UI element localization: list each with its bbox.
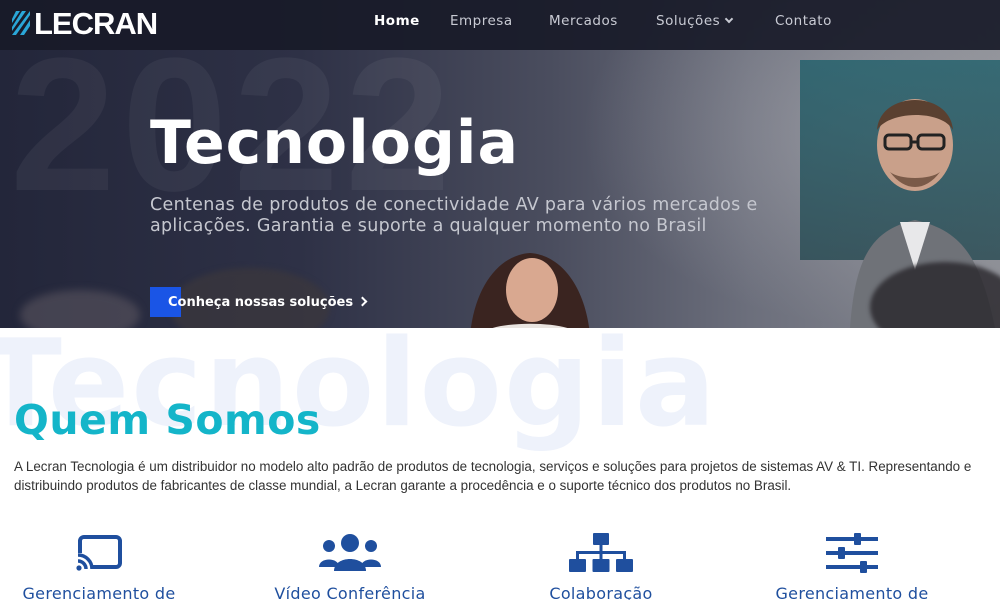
about-text: A Lecran Tecnologia é um distribuidor no… [14, 459, 972, 493]
logo-text: LECRAN [34, 5, 158, 41]
service-colaboracao[interactable]: Colaboração [476, 530, 726, 600]
about-title: Quem Somos [14, 396, 321, 444]
nav-item-contato[interactable]: Contato [775, 13, 832, 29]
chevron-right-icon [357, 296, 368, 306]
service-gerenciamento-1[interactable]: Gerenciamento de [0, 530, 224, 600]
nav-item-solucoes[interactable]: Soluções [656, 13, 734, 29]
nav-item-home[interactable]: Home [374, 13, 420, 29]
service-label: Gerenciamento de [22, 584, 176, 600]
service-gerenciamento-2[interactable]: Gerenciamento de [727, 530, 977, 600]
solutions-cta-button[interactable]: Conheça nossas soluções [150, 287, 368, 317]
nav-item-mercados[interactable]: Mercados [549, 13, 618, 29]
sitemap-icon [569, 533, 633, 572]
users-icon [319, 534, 381, 571]
service-label: Colaboração [549, 584, 653, 600]
hero-subtitle: Centenas de produtos de conectividade AV… [150, 195, 758, 236]
logo-stripes-icon [12, 11, 30, 35]
top-navbar: LECRAN Home Empresa Mercados Soluções Co… [0, 0, 1000, 50]
service-label: Gerenciamento de [775, 584, 929, 600]
service-label: Vídeo Conferência [274, 584, 426, 600]
brand-logo[interactable]: LECRAN [12, 5, 158, 41]
cta-label: Conheça nossas soluções [150, 295, 368, 310]
hero-title: Tecnologia [150, 108, 519, 178]
service-video-conferencia[interactable]: Vídeo Conferência [225, 530, 475, 600]
chevron-down-icon [724, 14, 734, 24]
cast-icon [76, 535, 122, 571]
nav-item-empresa[interactable]: Empresa [450, 13, 513, 29]
sliders-icon [826, 533, 878, 573]
